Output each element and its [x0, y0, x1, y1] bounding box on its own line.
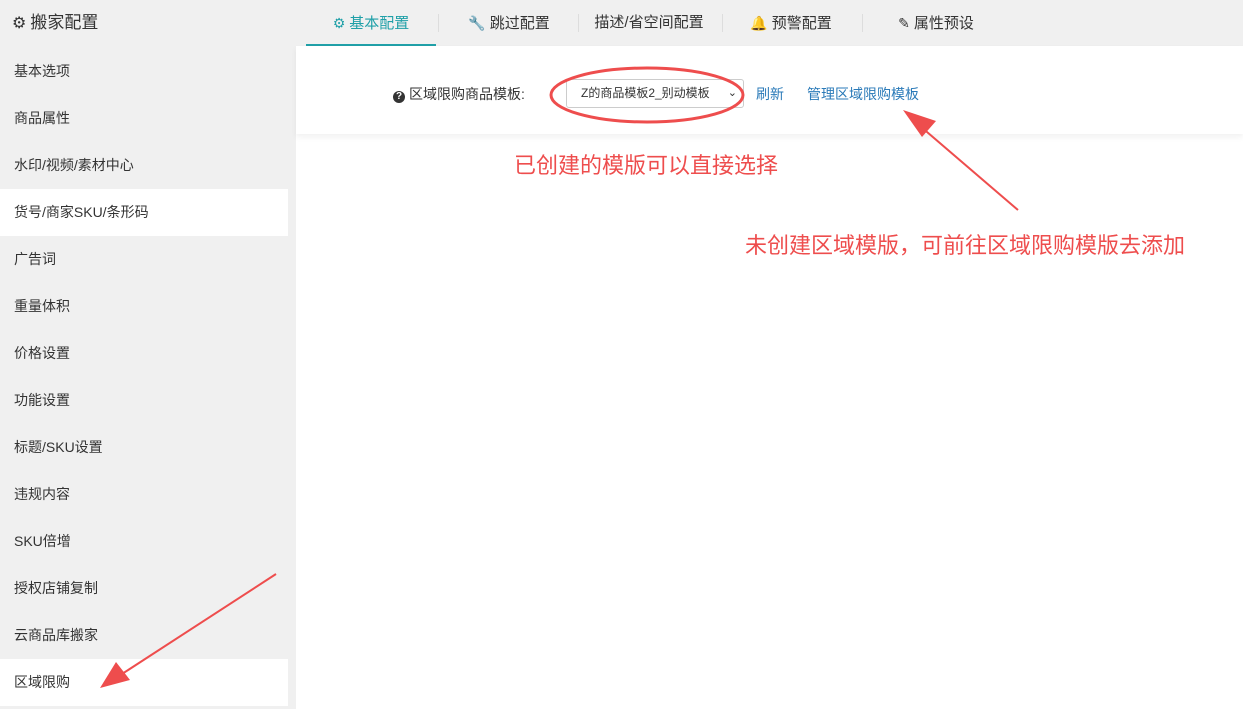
tab-divider [862, 14, 863, 32]
region-template-label: ? 区域限购商品模板: [393, 84, 525, 104]
sidebar-item-price-settings[interactable]: 价格设置 [0, 330, 288, 377]
sidebar-item-basic-options[interactable]: 基本选项 [0, 48, 288, 95]
sidebar-item-title-sku-settings[interactable]: 标题/SKU设置 [0, 424, 288, 471]
sidebar: 基本选项 商品属性 水印/视频/素材中心 货号/商家SKU/条形码 广告词 重量… [0, 46, 296, 709]
tab-attribute-preset[interactable]: ✎ 属性预设 [876, 0, 996, 46]
sidebar-item-product-attributes[interactable]: 商品属性 [0, 95, 288, 142]
question-icon[interactable]: ? [393, 91, 405, 103]
tab-skip-config[interactable]: 🔧 跳过配置 [454, 0, 564, 46]
annotation-text-select: 已创建的模版可以直接选择 [514, 153, 779, 178]
refresh-link[interactable]: 刷新 [756, 84, 784, 104]
annotation-text-manage: 未创建区域模版，可前往区域限购模版去添加 [745, 233, 1186, 258]
sidebar-item-cloud-library-move[interactable]: 云商品库搬家 [0, 612, 288, 659]
chevron-down-icon: ⌄ [727, 87, 737, 99]
app-title-label: 搬家配置 [30, 13, 99, 32]
tab-basic-config[interactable]: ⚙ 基本配置 [306, 0, 436, 53]
sidebar-item-ad-words[interactable]: 广告词 [0, 236, 288, 283]
wrench-icon: 🔧 [468, 15, 486, 31]
sidebar-item-authorized-store-copy[interactable]: 授权店铺复制 [0, 565, 288, 612]
sidebar-item-region-limit[interactable]: 区域限购 [0, 659, 288, 706]
sidebar-item-violation-content[interactable]: 违规内容 [0, 471, 288, 518]
tab-divider [438, 14, 439, 32]
sidebar-item-sku-multiply[interactable]: SKU倍增 [0, 518, 288, 565]
tab-divider [578, 14, 579, 32]
sidebar-item-feature-settings[interactable]: 功能设置 [0, 377, 288, 424]
tab-warning-config[interactable]: 🔔 预警配置 [736, 0, 846, 46]
app-title: ⚙ 搬家配置 [12, 0, 98, 46]
manage-region-template-link[interactable]: 管理区域限购模板 [807, 84, 919, 104]
settings-icon: ⚙ [332, 15, 346, 31]
select-value: Z的商品模板2_别动模板 [581, 86, 710, 100]
bell-icon: 🔔 [750, 15, 768, 31]
tab-description-config[interactable]: 描述/省空间配置 [584, 0, 714, 46]
top-bar: ⚙ 搬家配置 ⚙ 基本配置 🔧 跳过配置 描述/省空间配置 🔔 预警配置 ✎ 属性预设 [0, 0, 1243, 53]
region-template-select[interactable]: Z的商品模板2_别动模板 ⌄ [566, 79, 744, 108]
tab-divider [722, 14, 723, 32]
gear-icon: ⚙ [12, 15, 27, 32]
edit-icon: ✎ [898, 15, 910, 31]
sidebar-item-sku-barcode[interactable]: 货号/商家SKU/条形码 [0, 189, 288, 236]
sidebar-item-weight-volume[interactable]: 重量体积 [0, 283, 288, 330]
sidebar-item-watermark-video[interactable]: 水印/视频/素材中心 [0, 142, 288, 189]
